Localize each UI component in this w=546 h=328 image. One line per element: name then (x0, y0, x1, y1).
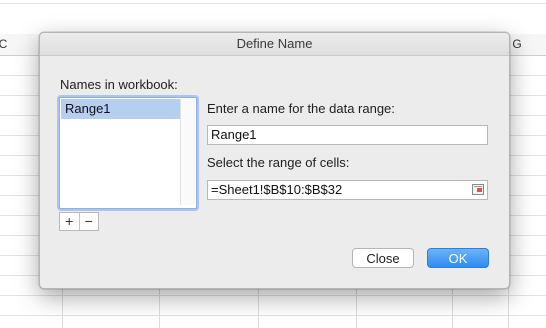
define-name-dialog: Define Name Names in workbook: Range1 + … (39, 32, 510, 289)
range-prompt-label: Select the range of cells: (207, 155, 350, 170)
range-picker-icon[interactable] (472, 184, 484, 195)
name-field[interactable]: Range1 (207, 125, 488, 145)
name-prompt-label: Enter a name for the data range: (207, 101, 395, 116)
dialog-title: Define Name (40, 33, 509, 56)
column-header-g[interactable]: G (510, 34, 524, 55)
range-field[interactable]: =Sheet1!$B$10:$B$32 (207, 180, 488, 200)
names-list[interactable]: Range1 (59, 97, 197, 209)
add-name-button[interactable]: + (60, 213, 79, 230)
grid-row-line (0, 315, 546, 316)
grid-row-line (0, 295, 546, 296)
close-button[interactable]: Close (352, 248, 414, 268)
list-item[interactable]: Range1 (61, 99, 180, 119)
range-field-value: =Sheet1!$B$10:$B$32 (211, 182, 343, 197)
divider (0, 3, 546, 4)
add-remove-control: + − (59, 212, 99, 231)
list-scrollbar[interactable] (180, 99, 195, 205)
toolbar-area (0, 0, 546, 35)
names-in-workbook-label: Names in workbook: (60, 77, 178, 92)
ok-button[interactable]: OK (427, 248, 489, 268)
remove-name-button[interactable]: − (79, 213, 98, 230)
column-header-c[interactable]: C (0, 34, 8, 55)
